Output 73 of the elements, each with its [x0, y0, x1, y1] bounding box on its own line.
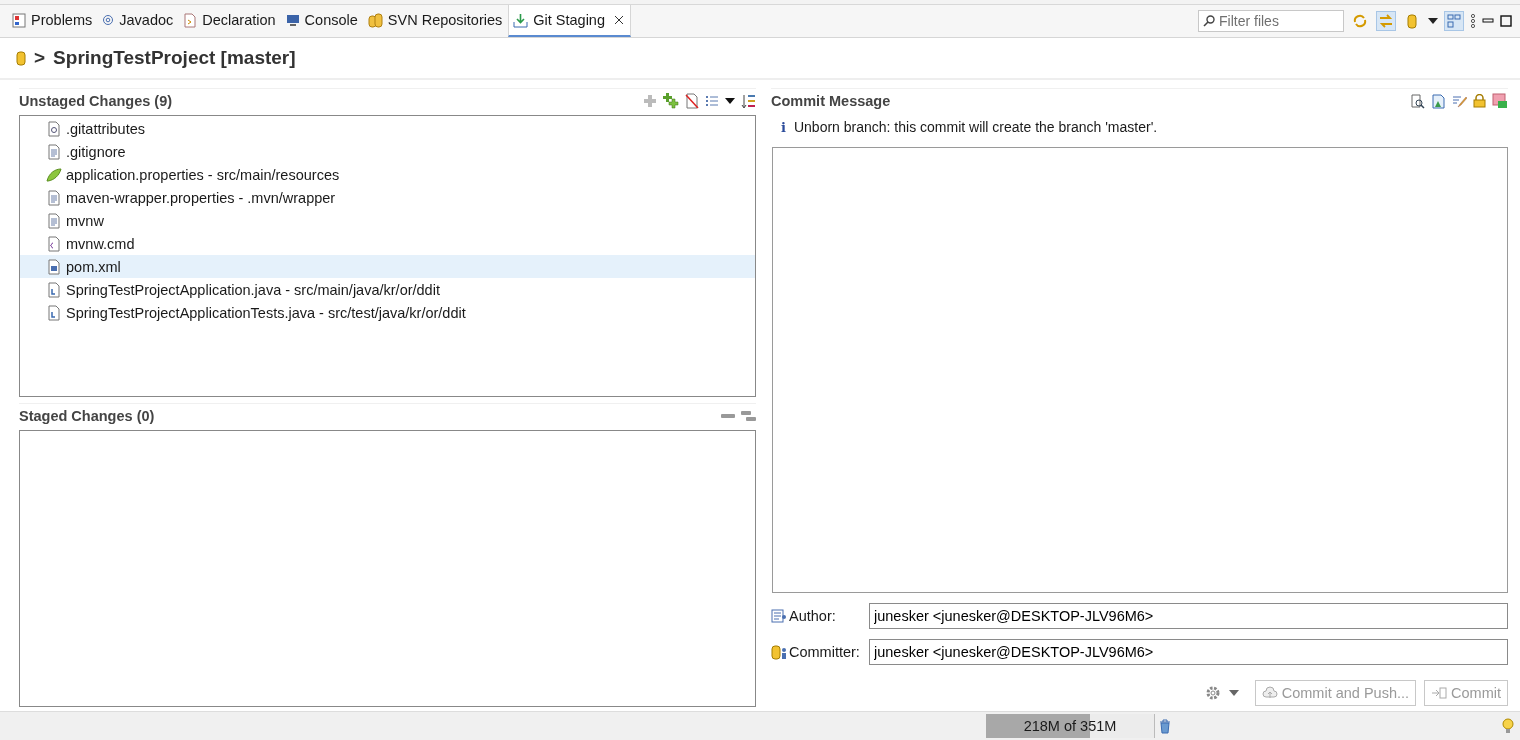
gear-icon[interactable]: [1204, 685, 1221, 701]
file-icon: [46, 304, 62, 321]
file-icon: [46, 281, 62, 298]
monitor-icon: [285, 13, 300, 27]
search-icon: [1203, 15, 1215, 27]
file-item[interactable]: mvnw: [20, 209, 755, 232]
author-field[interactable]: junesker <junesker@DESKTOP-JLV96M6>: [869, 603, 1508, 629]
author-icon: [771, 609, 787, 623]
section-title: Commit Message: [771, 93, 891, 109]
file-item[interactable]: pom.xml: [20, 255, 755, 278]
ignore-file-icon[interactable]: [685, 93, 699, 109]
memory-bar[interactable]: 218M of 351M: [986, 714, 1155, 738]
filter-field[interactable]: Filter files: [1198, 10, 1344, 32]
author-label: Author:: [789, 608, 836, 624]
close-icon[interactable]: [614, 15, 624, 25]
view-tab[interactable]: Console: [281, 5, 364, 37]
file-icon: [46, 120, 62, 137]
view-tab[interactable]: Problems: [8, 5, 99, 37]
file-item[interactable]: SpringTestProjectApplication.java - src/main/java/kr/or/ddit: [20, 278, 755, 301]
repository-icon: [16, 50, 26, 66]
expand-icon[interactable]: [741, 410, 756, 422]
link-icon[interactable]: [1376, 11, 1396, 31]
document-icon: [183, 12, 198, 28]
lock-icon[interactable]: [1473, 94, 1486, 108]
file-item[interactable]: .gitignore: [20, 140, 755, 163]
commit-message-field[interactable]: [772, 147, 1508, 593]
caret-icon[interactable]: [725, 98, 735, 104]
document-icon[interactable]: [1431, 93, 1446, 109]
pencil-icon[interactable]: [1452, 93, 1467, 109]
section-title: Staged Changes (0): [19, 408, 155, 424]
file-icon: [46, 212, 62, 229]
cloud-icon: [1261, 686, 1278, 700]
view-tab[interactable]: Javadoc: [98, 5, 180, 37]
more-icon[interactable]: [1470, 14, 1476, 28]
view-tab[interactable]: Git Staging: [508, 5, 631, 37]
lightbulb-icon[interactable]: [1502, 718, 1514, 734]
file-item[interactable]: application.properties - src/main/resources: [20, 163, 755, 186]
memory-text: 218M of 351M: [1023, 718, 1117, 734]
sign-off-icon[interactable]: [1492, 93, 1508, 109]
file-item[interactable]: .gitattributes: [20, 117, 755, 140]
file-icon: [46, 258, 62, 275]
file-icon: [46, 235, 62, 252]
section-title: Unstaged Changes (9): [19, 93, 173, 109]
info-icon: i: [781, 119, 786, 135]
committer-label: Committer:: [789, 644, 860, 660]
view-tab[interactable]: Declaration: [179, 5, 282, 37]
maximize-icon[interactable]: [1500, 15, 1512, 27]
list-icon[interactable]: [705, 95, 719, 107]
repository-title: SpringTestProject [master]: [53, 47, 296, 69]
double-plus-icon[interactable]: [663, 93, 679, 109]
file-icon: [46, 189, 62, 206]
file-item[interactable]: mvnw.cmd: [20, 232, 755, 255]
caret-icon[interactable]: [1428, 18, 1438, 24]
committer-field[interactable]: junesker <junesker@DESKTOP-JLV96M6>: [869, 639, 1508, 665]
file-item[interactable]: SpringTestProjectApplicationTests.java - src/test/java/kr/or/ddit: [20, 301, 755, 324]
view-tab[interactable]: SVN Repositories: [363, 5, 509, 37]
database-icon: [367, 12, 383, 28]
committer-icon: [771, 644, 787, 660]
layout-icon[interactable]: [1444, 11, 1464, 31]
file-icon: [46, 143, 62, 160]
commit-icon: [1431, 686, 1448, 700]
repository-arrow: >: [34, 47, 46, 69]
collapse-icon[interactable]: [721, 413, 735, 419]
leaf-icon: [46, 166, 62, 183]
sort-icon[interactable]: [741, 93, 756, 109]
plus-icon[interactable]: [643, 94, 657, 108]
document-search-icon[interactable]: [1410, 93, 1425, 109]
file-item[interactable]: maven-wrapper.properties - .mvn/wrapper: [20, 186, 755, 209]
at-icon: [102, 14, 115, 26]
info-message: Unborn branch: this commit will create the branch 'master'.: [793, 119, 1158, 135]
problems-icon: [12, 12, 26, 28]
download-icon: [513, 12, 529, 28]
trash-icon[interactable]: [1159, 718, 1171, 734]
